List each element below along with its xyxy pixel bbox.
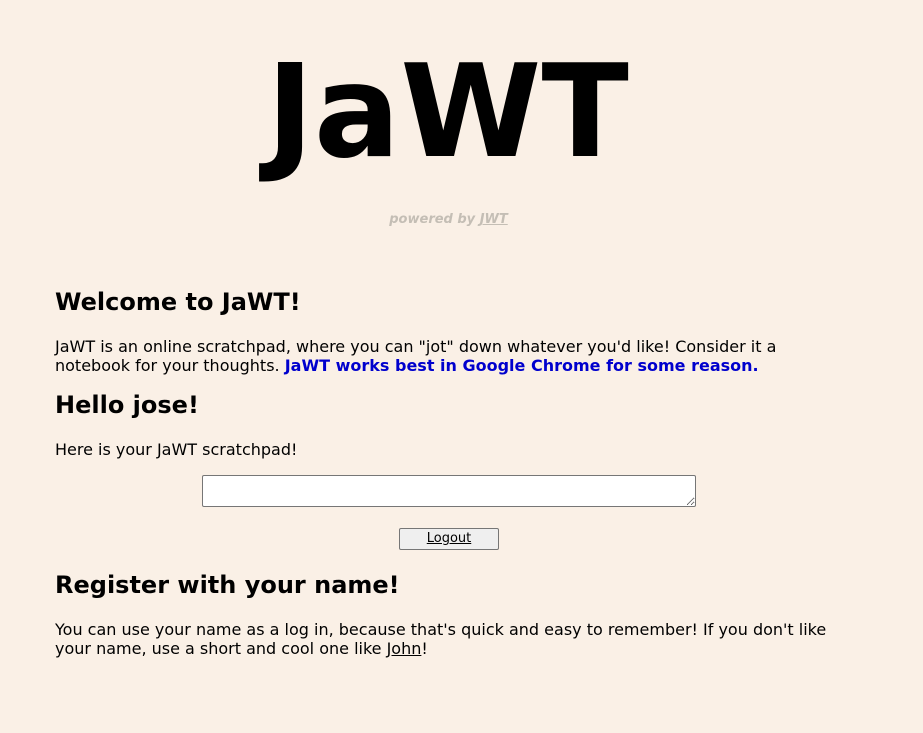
register-suffix: ! (421, 638, 428, 658)
site-logo: JaWT (266, 38, 629, 187)
welcome-heading: Welcome to JaWT! (55, 288, 301, 316)
hello-text: Here is your JaWT scratchpad! (55, 440, 298, 459)
scratchpad-input[interactable] (202, 475, 696, 507)
register-text: You can use your name as a log in, becau… (55, 620, 855, 658)
welcome-text: JaWT is an online scratchpad, where you … (55, 337, 855, 375)
scratchpad-container (55, 475, 843, 511)
chrome-notice: JaWT works best in Google Chrome for som… (284, 356, 759, 375)
powered-by-line: powered by JWT (0, 212, 897, 227)
powered-by-text: powered by (389, 212, 480, 227)
example-name-link[interactable]: John (387, 639, 422, 658)
jwt-link[interactable]: JWT (480, 212, 508, 227)
logout-container: Logout (55, 527, 843, 550)
register-description: You can use your name as a log in, becau… (55, 619, 827, 658)
main-content: Welcome to JaWT! JaWT is an online scrat… (55, 287, 855, 658)
register-heading: Register with your name! (55, 570, 400, 599)
hello-heading: Hello jose! (55, 391, 199, 419)
logout-button[interactable]: Logout (399, 527, 499, 550)
